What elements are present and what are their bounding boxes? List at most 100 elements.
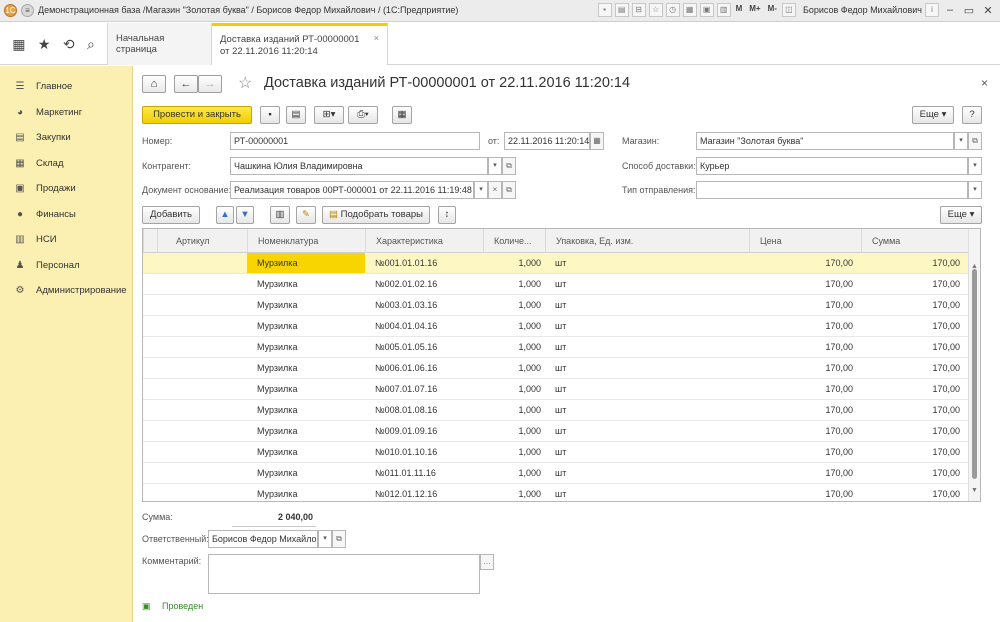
cell-article[interactable] — [157, 463, 247, 483]
app-logo-icon[interactable]: 1С — [4, 4, 17, 17]
column-header-nomenclature[interactable]: Номенклатура — [247, 229, 365, 253]
favorite-star-icon[interactable]: ☆ — [238, 73, 252, 93]
cell-sum[interactable]: 170,00 — [861, 295, 968, 315]
counterparty-dropdown[interactable]: ▾ — [488, 157, 502, 175]
cell-price[interactable]: 170,00 — [749, 253, 861, 273]
delivery-dropdown[interactable]: ▾ — [968, 157, 982, 175]
favorites-star-icon[interactable]: ★ — [38, 36, 51, 53]
cell-sum[interactable]: 170,00 — [861, 442, 968, 462]
cell-quantity[interactable]: 1,000 — [483, 484, 545, 501]
barcode-button[interactable]: ▥ — [270, 206, 290, 224]
cell-sum[interactable]: 170,00 — [861, 358, 968, 378]
apps-grid-icon[interactable]: ▦ — [12, 36, 25, 53]
create-based-button[interactable]: ⊞▾ — [314, 106, 344, 124]
cell-article[interactable] — [157, 358, 247, 378]
memory-m-button[interactable]: M — [734, 3, 745, 17]
cell-quantity[interactable]: 1,000 — [483, 442, 545, 462]
cell-sum[interactable]: 170,00 — [861, 274, 968, 294]
tab-document[interactable]: Доставка изданий РТ-00000001 от 22.11.20… — [212, 23, 388, 65]
comment-field[interactable] — [208, 554, 480, 594]
forward-button[interactable]: → — [198, 75, 222, 93]
cell-package[interactable]: шт — [545, 484, 749, 501]
table-row[interactable]: Мурзилка №008.01.08.16 1,000 шт 170,00 170,00 — [143, 400, 968, 421]
window-menu-icon[interactable]: ≡ — [21, 4, 34, 17]
column-header-price[interactable]: Цена — [749, 229, 861, 253]
cell-nomenclature[interactable]: Мурзилка — [247, 274, 365, 294]
sidebar-item-admin[interactable]: ⚙ Администрирование — [0, 278, 132, 304]
cell-price[interactable]: 170,00 — [749, 421, 861, 441]
cell-sum[interactable]: 170,00 — [861, 463, 968, 483]
column-header-article[interactable]: Артикул — [157, 229, 247, 253]
cell-quantity[interactable]: 1,000 — [483, 253, 545, 273]
table-row[interactable]: Мурзилка №006.01.06.16 1,000 шт 170,00 170,00 — [143, 358, 968, 379]
cell-price[interactable]: 170,00 — [749, 400, 861, 420]
cell-package[interactable]: шт — [545, 442, 749, 462]
form-close-icon[interactable]: × — [981, 76, 988, 90]
number-field[interactable]: РТ-00000001 — [230, 132, 480, 150]
shop-field[interactable]: Магазин "Золотая буква" — [696, 132, 954, 150]
cell-nomenclature[interactable]: Мурзилка — [247, 484, 365, 501]
cell-price[interactable]: 170,00 — [749, 463, 861, 483]
table-row[interactable]: Мурзилка №004.01.04.16 1,000 шт 170,00 170,00 — [143, 316, 968, 337]
table-more-button[interactable]: Еще ▾ — [940, 206, 982, 224]
cell-sum[interactable]: 170,00 — [861, 484, 968, 501]
current-user[interactable]: Борисов Федор Михайлович — [803, 5, 922, 15]
favorite-icon[interactable]: ☆ — [648, 3, 663, 17]
cell-sum[interactable]: 170,00 — [861, 379, 968, 399]
responsible-field[interactable]: Борисов Федор Михайло — [208, 530, 318, 548]
cell-article[interactable] — [157, 421, 247, 441]
cell-price[interactable]: 170,00 — [749, 484, 861, 501]
base-document-open-button[interactable]: ⧉ — [502, 181, 516, 199]
cell-article[interactable] — [157, 400, 247, 420]
cell-nomenclature[interactable]: Мурзилка — [247, 379, 365, 399]
scroll-down-icon[interactable]: ▼ — [971, 487, 978, 494]
help-button[interactable]: ? — [962, 106, 982, 124]
cell-article[interactable] — [157, 274, 247, 294]
cell-characteristic[interactable]: №007.01.07.16 — [365, 379, 483, 399]
base-document-clear-button[interactable]: × — [488, 181, 502, 199]
cell-characteristic[interactable]: №012.01.12.16 — [365, 484, 483, 501]
sidebar-item-finance[interactable]: ● Финансы — [0, 202, 132, 228]
cell-characteristic[interactable]: №004.01.04.16 — [365, 316, 483, 336]
tab-close-icon[interactable]: × — [374, 32, 379, 44]
cell-quantity[interactable]: 1,000 — [483, 463, 545, 483]
counterparty-open-button[interactable]: ⧉ — [502, 157, 516, 175]
sidebar-item-nsi[interactable]: ▥ НСИ — [0, 227, 132, 253]
memory-mplus-button[interactable]: M+ — [747, 3, 762, 17]
cell-article[interactable] — [157, 484, 247, 501]
calculator-icon[interactable]: ▣ — [699, 3, 714, 17]
table-row[interactable]: Мурзилка №005.01.05.16 1,000 шт 170,00 170,00 — [143, 337, 968, 358]
link-icon[interactable]: ⊟ — [631, 3, 646, 17]
cell-sum[interactable]: 170,00 — [861, 400, 968, 420]
cell-nomenclature[interactable]: Мурзилка — [247, 463, 365, 483]
table-row[interactable]: Мурзилка №007.01.07.16 1,000 шт 170,00 170,00 — [143, 379, 968, 400]
base-document-dropdown[interactable]: ▾ — [474, 181, 488, 199]
move-down-button[interactable]: ▼ — [236, 206, 254, 224]
cell-sum[interactable]: 170,00 — [861, 421, 968, 441]
close-window-icon[interactable]: ✕ — [980, 4, 996, 17]
cell-characteristic[interactable]: №001.01.01.16 — [365, 253, 483, 273]
sidebar-item-personnel[interactable]: ♟ Персонал — [0, 253, 132, 279]
history-icon[interactable]: ◷ — [665, 3, 680, 17]
date-field[interactable]: 22.11.2016 11:20:14 — [504, 132, 590, 150]
cell-article[interactable] — [157, 253, 247, 273]
cell-quantity[interactable]: 1,000 — [483, 358, 545, 378]
panel-icon[interactable]: ◫ — [781, 3, 796, 17]
cell-package[interactable]: шт — [545, 463, 749, 483]
cell-price[interactable]: 170,00 — [749, 442, 861, 462]
cell-nomenclature[interactable]: Мурзилка — [247, 253, 365, 273]
cell-nomenclature[interactable]: Мурзилка — [247, 400, 365, 420]
back-button[interactable]: ← — [174, 75, 198, 93]
shipping-dropdown[interactable]: ▾ — [968, 181, 982, 199]
cell-price[interactable]: 170,00 — [749, 295, 861, 315]
responsible-dropdown[interactable]: ▾ — [318, 530, 332, 548]
table-row[interactable]: Мурзилка №009.01.09.16 1,000 шт 170,00 170,00 — [143, 421, 968, 442]
print-icon[interactable]: ▤ — [614, 3, 629, 17]
shop-open-button[interactable]: ⧉ — [968, 132, 982, 150]
cell-quantity[interactable]: 1,000 — [483, 379, 545, 399]
move-up-button[interactable]: ▲ — [216, 206, 234, 224]
cell-characteristic[interactable]: №010.01.10.16 — [365, 442, 483, 462]
cell-package[interactable]: шт — [545, 358, 749, 378]
search-icon[interactable]: ⌕ — [87, 36, 95, 53]
expand-button[interactable]: ↕ — [438, 206, 456, 224]
